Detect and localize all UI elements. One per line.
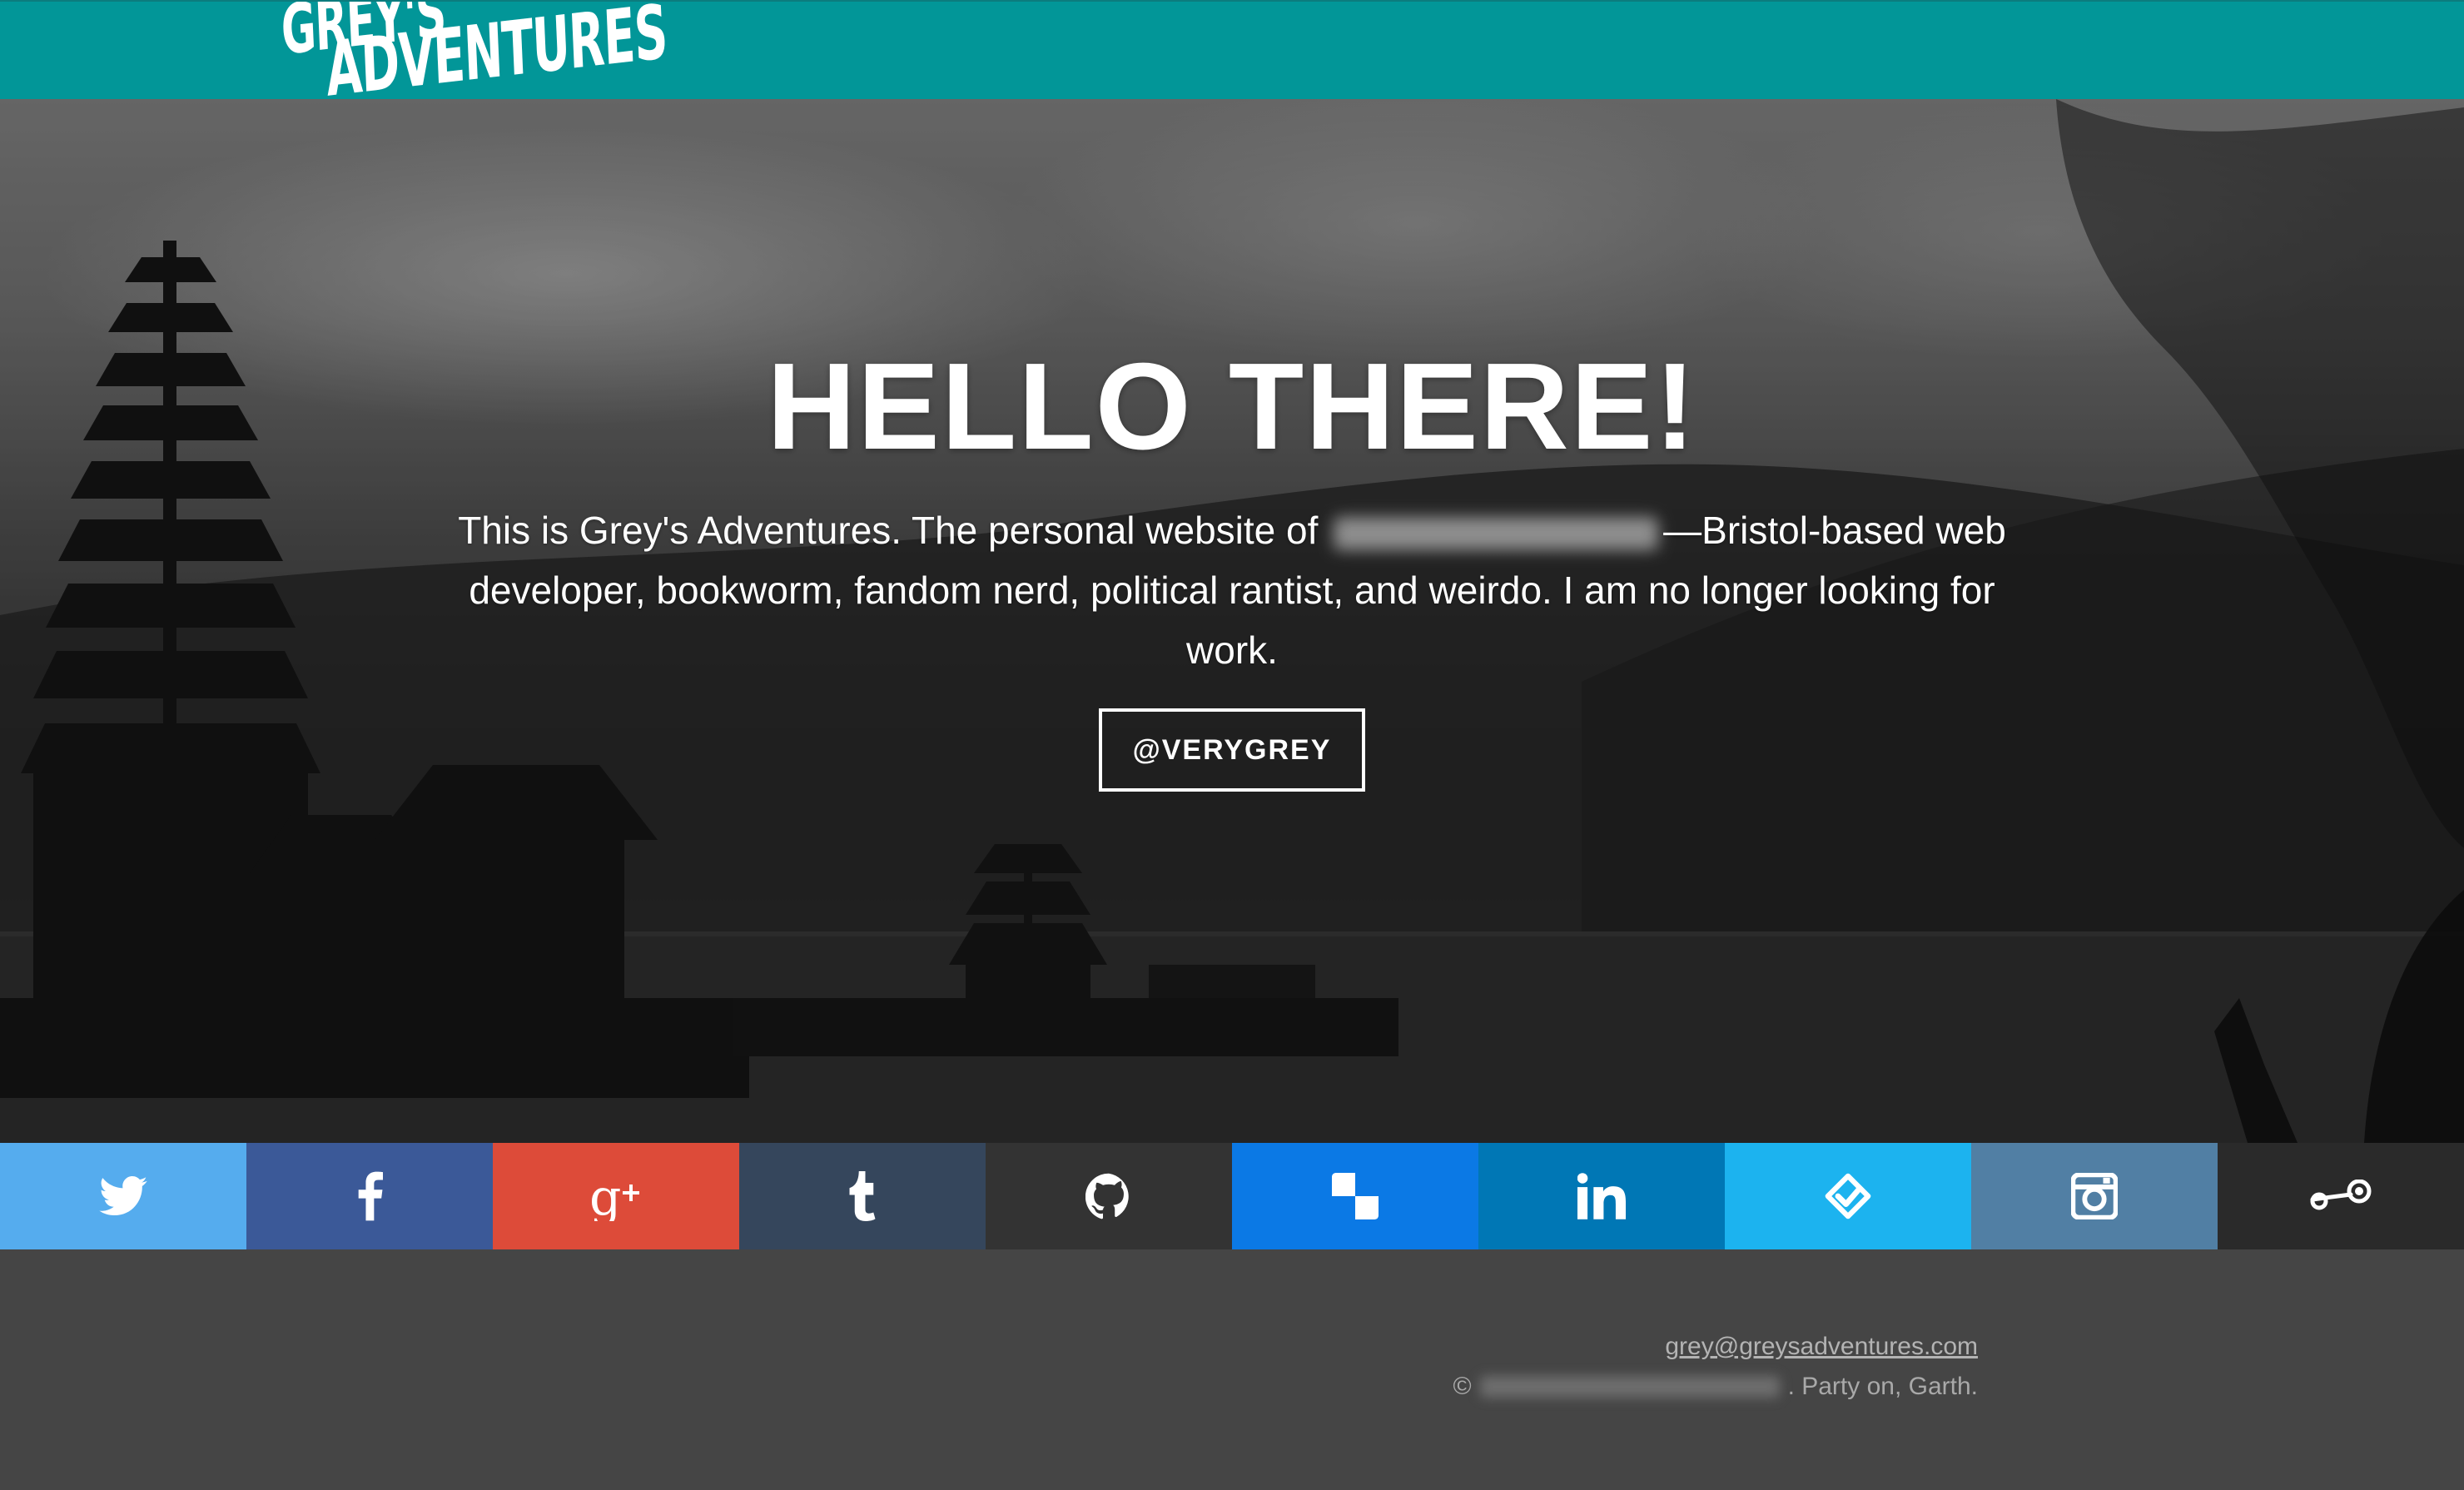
footer: grey@greysadventures.com © . Party on, G… bbox=[0, 1249, 2464, 1490]
social-link-facebook[interactable] bbox=[246, 1143, 493, 1249]
hero-content: HELLO THERE! This is Grey's Adventures. … bbox=[0, 99, 2464, 1143]
social-link-delicious[interactable] bbox=[1232, 1143, 1478, 1249]
top-bar: GREY'S ADVENTURES bbox=[0, 0, 2464, 99]
social-link-twitter[interactable] bbox=[0, 1143, 246, 1249]
svg-text:g: g bbox=[589, 1171, 621, 1221]
social-link-tumblr[interactable] bbox=[739, 1143, 986, 1249]
social-links-bar: g bbox=[0, 1143, 2464, 1249]
steam-icon bbox=[2310, 1180, 2372, 1210]
google-plus-icon: g bbox=[589, 1171, 639, 1221]
social-link-github[interactable] bbox=[986, 1143, 1232, 1249]
copyright-symbol: © bbox=[1453, 1373, 1472, 1400]
foursquare-icon bbox=[1825, 1173, 1871, 1219]
github-icon bbox=[1085, 1173, 1129, 1219]
social-link-steam[interactable] bbox=[2218, 1143, 2464, 1249]
social-link-linkedin[interactable] bbox=[1478, 1143, 1725, 1249]
hero-intro-start: This is Grey's Adventures. The personal … bbox=[458, 509, 1319, 552]
contact-email-link[interactable]: grey@greysadventures.com bbox=[1665, 1333, 1978, 1361]
copyright-tagline: . Party on, Garth. bbox=[1787, 1373, 1978, 1400]
social-link-google-plus[interactable]: g bbox=[493, 1143, 739, 1249]
twitter-icon bbox=[99, 1176, 147, 1216]
redacted-owner-name bbox=[1479, 1376, 1780, 1398]
copyright-line: © . Party on, Garth. bbox=[1453, 1373, 1978, 1401]
social-link-instagram[interactable] bbox=[1971, 1143, 2218, 1249]
tumblr-icon bbox=[849, 1171, 876, 1221]
instagram-icon bbox=[2071, 1173, 2118, 1219]
hero-intro: This is Grey's Adventures. The personal … bbox=[425, 500, 2039, 680]
social-link-foursquare[interactable] bbox=[1725, 1143, 1971, 1249]
hero-section: HELLO THERE! This is Grey's Adventures. … bbox=[0, 99, 2464, 1143]
linkedin-icon bbox=[1577, 1173, 1626, 1219]
delicious-icon bbox=[1332, 1173, 1379, 1219]
twitter-handle-button[interactable]: @VERYGREY bbox=[1099, 708, 1365, 792]
redacted-name bbox=[1334, 516, 1659, 550]
site-logo[interactable]: GREY'S ADVENTURES bbox=[280, 2, 698, 99]
facebook-icon bbox=[358, 1171, 383, 1221]
hero-title: HELLO THERE! bbox=[767, 338, 1697, 475]
